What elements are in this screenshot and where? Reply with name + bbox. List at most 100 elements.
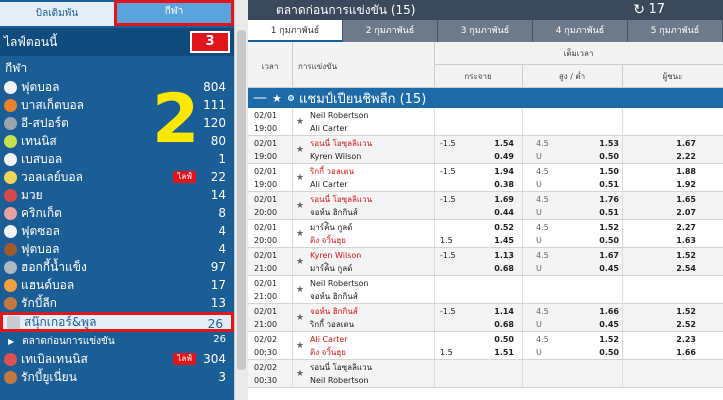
ou-odd-under[interactable]: 0.50 bbox=[593, 234, 619, 247]
favorite-star-icon[interactable]: ★ bbox=[296, 284, 304, 297]
handicap-odd-away[interactable]: 0.38 bbox=[488, 178, 514, 191]
tab-bet-slip[interactable]: บิลเดิมพัน bbox=[0, 0, 114, 26]
winner-odd-home[interactable]: 2.23 bbox=[668, 333, 696, 346]
winner-odd-away[interactable]: 1.92 bbox=[668, 178, 696, 191]
favorite-star-icon[interactable]: ★ bbox=[296, 172, 304, 185]
handicap-odd-home[interactable]: 0.52 bbox=[488, 221, 514, 234]
winner-odd-away[interactable]: 1.63 bbox=[668, 234, 696, 247]
match-row[interactable]: 02/02 00:30 ★ รอนนี่ โอซุลลิแวน Neil Roberts… bbox=[248, 360, 723, 388]
match-row[interactable]: 02/01 20:00 ★ รอนนี่ โอซุลลิแวน จอห์น ฮิกกิน… bbox=[248, 192, 723, 220]
scrollbar-thumb[interactable] bbox=[237, 30, 246, 370]
sport-item[interactable]: ฮอกกี้น้ำแข็ง 97 bbox=[0, 258, 234, 276]
favorite-star-icon[interactable]: ★ bbox=[296, 116, 304, 129]
winner-odd-home[interactable]: 2.27 bbox=[668, 221, 696, 234]
favorite-star-icon[interactable]: ★ bbox=[296, 200, 304, 213]
match-hour: 20:00 bbox=[254, 208, 278, 217]
ou-odd-over[interactable]: 1.52 bbox=[593, 333, 619, 346]
winner-odd-home[interactable]: 1.65 bbox=[668, 193, 696, 206]
match-row[interactable]: 02/01 19:00 ★ ริกกี้ วอลเดน Ali Carter -1.5 1.… bbox=[248, 164, 723, 192]
handicap-odd-home[interactable]: 1.69 bbox=[488, 193, 514, 206]
winner-odd-away[interactable]: 1.66 bbox=[668, 346, 696, 359]
winner-odd-away[interactable]: 2.54 bbox=[668, 262, 696, 275]
match-row[interactable]: 02/01 21:00 ★ Kyren Wilson มาร์ค์ิน กูลด์ -1.… bbox=[248, 248, 723, 276]
favorite-star-icon[interactable]: ★ bbox=[296, 312, 304, 325]
match-row[interactable]: 02/01 20:00 ★ มาร์ค์ิน กูลด์ ติง จวิ้นฮุย 1.5… bbox=[248, 220, 723, 248]
sport-label: ฮอกกี้น้ำแข็ง bbox=[21, 259, 87, 274]
tab-date[interactable]: 3 กุมภาพันธ์ bbox=[438, 20, 533, 42]
sport-count: 4 bbox=[218, 242, 226, 256]
handicap-odd-away[interactable]: 0.44 bbox=[488, 206, 514, 219]
match-row[interactable]: 02/01 21:00 ★ จอห์น ฮิกกินส์ ริกกี้ วอลเดน -1… bbox=[248, 304, 723, 332]
sport-item-snooker-active[interactable]: สนุ๊กเกอร์&พูล 26 bbox=[0, 312, 234, 332]
sport-item[interactable]: แฮนด์บอล 17 bbox=[0, 276, 234, 294]
winner-odd-away[interactable]: 2.52 bbox=[668, 318, 696, 331]
sport-icon bbox=[4, 152, 17, 166]
winner-odd-home[interactable]: 1.52 bbox=[668, 249, 696, 262]
ou-odd-under[interactable]: 0.50 bbox=[593, 150, 619, 163]
winner-odd-home[interactable]: 1.67 bbox=[668, 137, 696, 150]
ou-odd-over[interactable]: 1.76 bbox=[593, 193, 619, 206]
match-date: 02/01 bbox=[254, 111, 278, 120]
ou-odd-over[interactable]: 1.53 bbox=[593, 137, 619, 150]
ou-odd-over[interactable]: 1.50 bbox=[593, 165, 619, 178]
favorite-star-icon[interactable]: ★ bbox=[296, 228, 304, 241]
tab-date[interactable]: 4 กุมภาพันธ์ bbox=[533, 20, 628, 42]
sidebar-scrollbar[interactable] bbox=[234, 0, 248, 400]
tab-sports[interactable]: กีฬา bbox=[114, 0, 234, 26]
sport-item[interactable]: มวย 14 bbox=[0, 186, 234, 204]
favorite-star-icon[interactable]: ★ bbox=[296, 256, 304, 269]
handicap-odd-away[interactable]: 1.51 bbox=[488, 346, 514, 359]
live-now-row[interactable]: ไลฟ์ตอนนี้ 3 bbox=[0, 28, 234, 56]
sport-item[interactable]: ฟุตบอล 4 bbox=[0, 240, 234, 258]
match-row[interactable]: 02/02 00:30 ★ Ali Carter ติง จวิ้นฮุย 1.5 0.50… bbox=[248, 332, 723, 360]
sport-item[interactable]: รักบี้ยูเนี่ยน 3 bbox=[0, 368, 234, 386]
sport-label: เทเบิลเทนนิส bbox=[21, 351, 88, 366]
refresh-icon[interactable]: ↻ bbox=[633, 0, 645, 20]
ou-odd-under[interactable]: 0.51 bbox=[593, 178, 619, 191]
sport-item[interactable]: วอลเลย์บอล ไลฟ์ 22 bbox=[0, 168, 234, 186]
favorite-star-icon[interactable]: ★ bbox=[296, 144, 304, 157]
handicap-odd-away[interactable]: 0.68 bbox=[488, 318, 514, 331]
handicap-odd-away[interactable]: 0.68 bbox=[488, 262, 514, 275]
star-icon[interactable]: ★ bbox=[272, 92, 284, 105]
winner-odd-home[interactable]: 1.88 bbox=[668, 165, 696, 178]
winner-odd-home[interactable]: 1.52 bbox=[668, 305, 696, 318]
sub-item-pre-match[interactable]: ▶ ตลาดก่อนการแข่งขัน 26 bbox=[0, 332, 234, 350]
sport-icon bbox=[7, 315, 20, 329]
away-team: ติง จวิ้นฮุย bbox=[310, 236, 346, 245]
winner-odd-away[interactable]: 2.07 bbox=[668, 206, 696, 219]
handicap-odd-away[interactable]: 0.49 bbox=[488, 150, 514, 163]
ou-odd-over[interactable]: 1.52 bbox=[593, 221, 619, 234]
sport-item[interactable]: คริกเก็ต 8 bbox=[0, 204, 234, 222]
tab-date[interactable]: 1 กุมภาพันธ์ bbox=[248, 20, 343, 42]
handicap-odd-home[interactable]: 1.14 bbox=[488, 305, 514, 318]
tab-date[interactable]: 5 กุมภาพันธ์ bbox=[628, 20, 723, 42]
handicap-odd-home[interactable]: 1.54 bbox=[488, 137, 514, 150]
handicap-odd-home[interactable]: 1.94 bbox=[488, 165, 514, 178]
ou-odd-over[interactable]: 1.66 bbox=[593, 305, 619, 318]
ou-odd-under[interactable]: 0.45 bbox=[593, 318, 619, 331]
ou-odd-over[interactable]: 1.67 bbox=[593, 249, 619, 262]
sport-item[interactable]: เทเบิลเทนนิส ไลฟ์ 304 bbox=[0, 350, 234, 368]
handicap-odd-away[interactable]: 1.45 bbox=[488, 234, 514, 247]
ou-odd-under[interactable]: 0.51 bbox=[593, 206, 619, 219]
sport-icon bbox=[4, 98, 17, 112]
match-row[interactable]: 02/01 19:00 ★ Neil Robertson Ali Carter bbox=[248, 108, 723, 136]
match-row[interactable]: 02/01 21:00 ★ Neil Robertson จอห์น ฮิกกินส์ bbox=[248, 276, 723, 304]
favorite-star-icon[interactable]: ★ bbox=[296, 368, 304, 381]
ou-under-label: U bbox=[536, 236, 542, 245]
tab-date[interactable]: 2 กุมภาพันธ์ bbox=[343, 20, 438, 42]
match-list: 02/01 19:00 ★ Neil Robertson Ali Carter 02/01… bbox=[248, 108, 723, 388]
sport-count: 26 bbox=[207, 317, 223, 331]
sport-item[interactable]: ฟุตซอล 4 bbox=[0, 222, 234, 240]
collapse-icon[interactable]: — bbox=[248, 90, 272, 106]
winner-odd-away[interactable]: 2.22 bbox=[668, 150, 696, 163]
match-row[interactable]: 02/01 19:00 ★ รอนนี่ โอซุลลิแวน Kyren Wilson… bbox=[248, 136, 723, 164]
handicap-odd-home[interactable]: 0.50 bbox=[488, 333, 514, 346]
handicap-odd-home[interactable]: 1.13 bbox=[488, 249, 514, 262]
ou-odd-under[interactable]: 0.45 bbox=[593, 262, 619, 275]
ou-odd-under[interactable]: 0.50 bbox=[593, 346, 619, 359]
league-row[interactable]: — ★ แชมป์เปียนชิพลีก (15) bbox=[248, 88, 723, 108]
sport-item[interactable]: รักบี้ลีก 13 bbox=[0, 294, 234, 312]
favorite-star-icon[interactable]: ★ bbox=[296, 340, 304, 353]
